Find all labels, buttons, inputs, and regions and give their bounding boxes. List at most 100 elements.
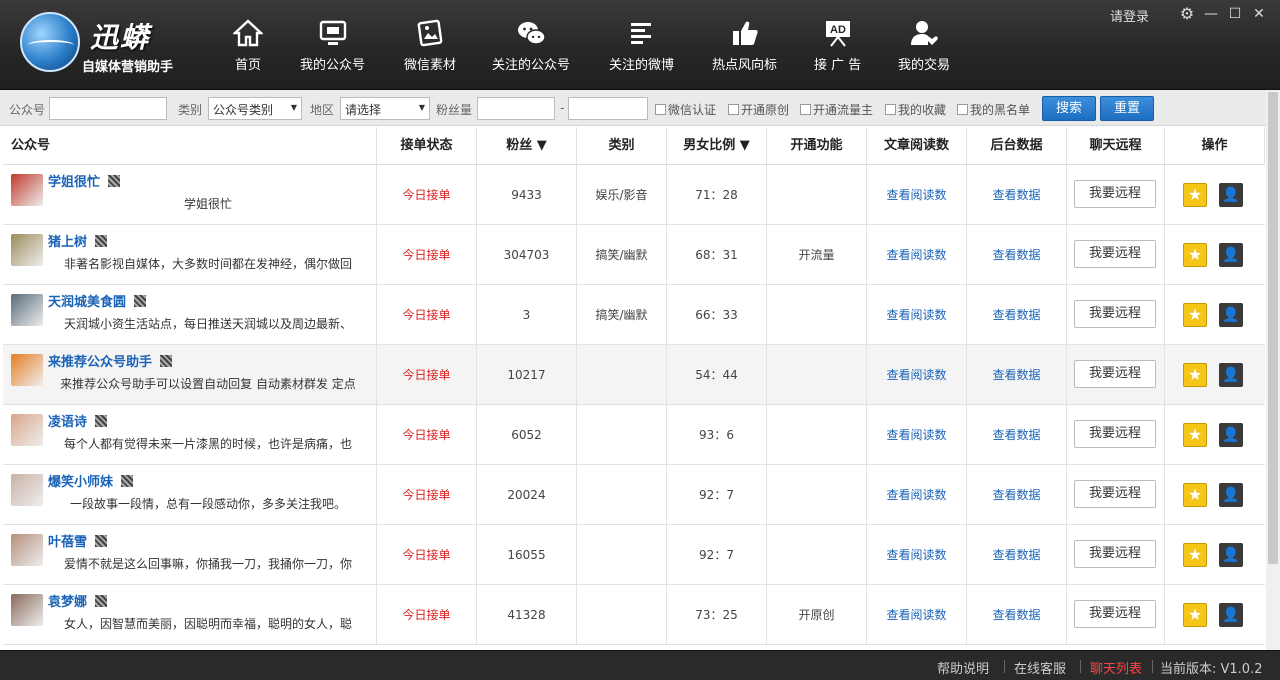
user-profile-icon[interactable]: 👤	[1219, 603, 1243, 627]
user-profile-icon[interactable]: 👤	[1219, 423, 1243, 447]
account-name-text[interactable]: 猪上树	[48, 235, 87, 250]
avatar[interactable]	[11, 414, 43, 446]
remote-button[interactable]: 我要远程	[1074, 180, 1156, 208]
qr-code-icon[interactable]	[95, 415, 108, 427]
chat-list-link[interactable]: 聊天列表	[1090, 658, 1142, 677]
nav-my-trades[interactable]: 我的交易	[898, 18, 950, 74]
view-reads-link[interactable]: 查看阅读数	[886, 308, 946, 322]
qr-code-icon[interactable]	[160, 355, 173, 367]
category-select[interactable]: 公众号类别	[208, 97, 302, 120]
account-name-text[interactable]: 凌语诗	[48, 415, 87, 430]
remote-button[interactable]: 我要远程	[1074, 540, 1156, 568]
account-name-text[interactable]: 叶蓓雪	[48, 535, 87, 550]
account-name[interactable]: 叶蓓雪	[48, 535, 108, 551]
maximize-icon[interactable]: ☐	[1227, 6, 1243, 22]
check-blacklist[interactable]: 我的黑名单	[957, 101, 1030, 118]
user-profile-icon[interactable]: 👤	[1219, 363, 1243, 387]
account-name[interactable]: 袁梦娜	[48, 595, 108, 611]
scrollbar-thumb[interactable]	[1268, 92, 1278, 564]
qr-code-icon[interactable]	[134, 295, 147, 307]
qr-code-icon[interactable]	[108, 175, 121, 187]
favorite-star-icon[interactable]: ★	[1183, 483, 1207, 507]
avatar[interactable]	[11, 534, 43, 566]
qr-code-icon[interactable]	[95, 535, 108, 547]
view-reads-link[interactable]: 查看阅读数	[886, 368, 946, 382]
favorite-star-icon[interactable]: ★	[1183, 543, 1207, 567]
th-ratio[interactable]: 男女比例 ▼	[667, 127, 767, 165]
fans-max-input[interactable]	[568, 97, 648, 120]
view-data-link[interactable]: 查看数据	[992, 308, 1040, 322]
nav-followed-weibo[interactable]: 关注的微博	[609, 18, 674, 74]
remote-button[interactable]: 我要远程	[1074, 480, 1156, 508]
gear-icon[interactable]: ⚙	[1179, 6, 1195, 22]
account-name[interactable]: 来推荐公众号助手	[48, 355, 173, 371]
account-name-text[interactable]: 学姐很忙	[48, 175, 100, 190]
view-data-link[interactable]: 查看数据	[992, 428, 1040, 442]
check-traffic[interactable]: 开通流量主	[800, 101, 873, 118]
account-name-text[interactable]: 来推荐公众号助手	[48, 355, 152, 370]
user-profile-icon[interactable]: 👤	[1219, 183, 1243, 207]
remote-button[interactable]: 我要远程	[1074, 420, 1156, 448]
view-reads-link[interactable]: 查看阅读数	[886, 248, 946, 262]
view-reads-link[interactable]: 查看阅读数	[886, 548, 946, 562]
account-name-text[interactable]: 爆笑小师妹	[48, 475, 113, 490]
reset-button[interactable]: 重置	[1100, 96, 1154, 121]
qr-code-icon[interactable]	[95, 235, 108, 247]
account-name[interactable]: 凌语诗	[48, 415, 108, 431]
nav-home[interactable]: 首页	[233, 18, 263, 74]
avatar[interactable]	[11, 474, 43, 506]
favorite-star-icon[interactable]: ★	[1183, 303, 1207, 327]
favorite-star-icon[interactable]: ★	[1183, 603, 1207, 627]
avatar[interactable]	[11, 354, 43, 386]
account-name[interactable]: 猪上树	[48, 235, 108, 251]
check-original[interactable]: 开通原创	[728, 101, 789, 118]
account-name[interactable]: 天润城美食圆	[48, 295, 147, 311]
vertical-scrollbar[interactable]	[1266, 90, 1280, 650]
nav-ads[interactable]: AD 接 广 告	[814, 18, 861, 74]
close-icon[interactable]: ✕	[1251, 6, 1267, 22]
qr-code-icon[interactable]	[121, 475, 134, 487]
avatar[interactable]	[11, 174, 43, 206]
login-link[interactable]: 请登录	[1110, 6, 1149, 25]
check-favorites[interactable]: 我的收藏	[885, 101, 946, 118]
remote-button[interactable]: 我要远程	[1074, 360, 1156, 388]
avatar[interactable]	[11, 294, 43, 326]
th-fans[interactable]: 粉丝 ▼	[477, 127, 577, 165]
account-name[interactable]: 学姐很忙	[48, 175, 121, 191]
account-input[interactable]	[49, 97, 167, 120]
view-data-link[interactable]: 查看数据	[992, 488, 1040, 502]
check-verified[interactable]: 微信认证	[655, 101, 716, 118]
account-name[interactable]: 爆笑小师妹	[48, 475, 134, 491]
favorite-star-icon[interactable]: ★	[1183, 183, 1207, 207]
online-service-link[interactable]: 在线客服	[1014, 658, 1066, 677]
user-profile-icon[interactable]: 👤	[1219, 303, 1243, 327]
view-data-link[interactable]: 查看数据	[992, 188, 1040, 202]
qr-code-icon[interactable]	[95, 595, 108, 607]
account-name-text[interactable]: 袁梦娜	[48, 595, 87, 610]
view-data-link[interactable]: 查看数据	[992, 248, 1040, 262]
view-reads-link[interactable]: 查看阅读数	[886, 488, 946, 502]
nav-followed-accounts[interactable]: 关注的公众号	[492, 18, 570, 74]
search-button[interactable]: 搜索	[1042, 96, 1096, 121]
view-reads-link[interactable]: 查看阅读数	[886, 188, 946, 202]
user-profile-icon[interactable]: 👤	[1219, 483, 1243, 507]
view-data-link[interactable]: 查看数据	[992, 548, 1040, 562]
remote-button[interactable]: 我要远程	[1074, 600, 1156, 628]
region-select[interactable]: 请选择	[340, 97, 430, 120]
remote-button[interactable]: 我要远程	[1074, 300, 1156, 328]
view-data-link[interactable]: 查看数据	[992, 368, 1040, 382]
remote-button[interactable]: 我要远程	[1074, 240, 1156, 268]
view-data-link[interactable]: 查看数据	[992, 608, 1040, 622]
view-reads-link[interactable]: 查看阅读数	[886, 428, 946, 442]
avatar[interactable]	[11, 594, 43, 626]
fans-min-input[interactable]	[477, 97, 555, 120]
view-reads-link[interactable]: 查看阅读数	[886, 608, 946, 622]
minimize-icon[interactable]: —	[1203, 6, 1219, 22]
favorite-star-icon[interactable]: ★	[1183, 423, 1207, 447]
user-profile-icon[interactable]: 👤	[1219, 243, 1243, 267]
help-link[interactable]: 帮助说明	[937, 658, 989, 677]
favorite-star-icon[interactable]: ★	[1183, 363, 1207, 387]
nav-wechat-materials[interactable]: 微信素材	[404, 18, 456, 74]
user-profile-icon[interactable]: 👤	[1219, 543, 1243, 567]
nav-hot-trends[interactable]: 热点风向标	[712, 18, 777, 74]
